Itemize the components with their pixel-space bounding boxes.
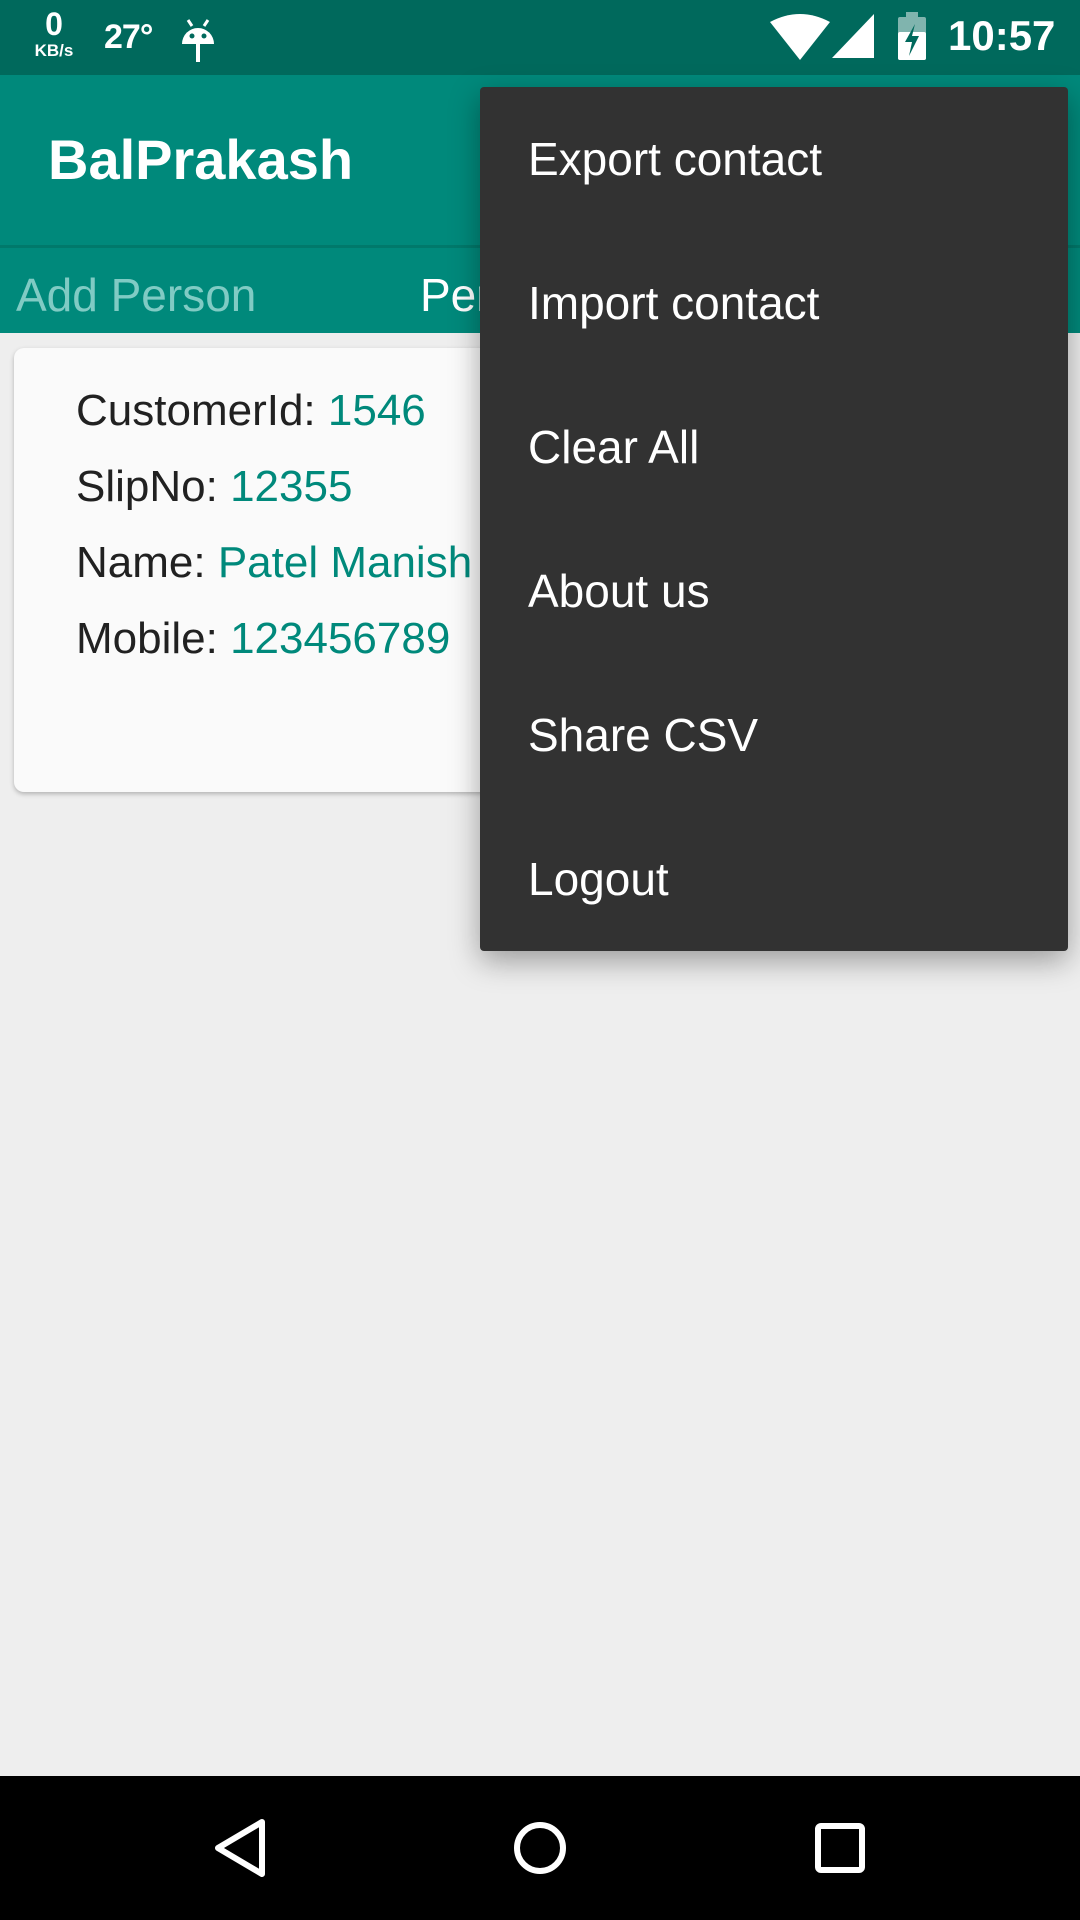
network-speed: 0 KB/s [24, 8, 84, 59]
network-speed-value: 0 [45, 6, 63, 42]
menu-item-clear-all[interactable]: Clear All [480, 375, 1068, 519]
slip-no-label: SlipNo: [76, 462, 231, 511]
app-title: BalPrakash [48, 128, 354, 191]
wifi-icon [770, 14, 830, 60]
slip-no-value: 12355 [230, 462, 353, 511]
tab-add-person[interactable]: Add Person [16, 268, 256, 322]
name-value: Patel Manish [217, 538, 473, 587]
back-icon[interactable] [190, 1798, 290, 1898]
menu-item-import-contact[interactable]: Import contact [480, 231, 1068, 375]
menu-item-about-us[interactable]: About us [480, 519, 1068, 663]
menu-item-export-contact[interactable]: Export contact [480, 87, 1068, 231]
customer-id-row: CustomerId: 1546 [76, 386, 426, 436]
battery-charging-icon [898, 12, 926, 60]
status-bar: 0 KB/s 27° 10:57 [0, 0, 1080, 75]
android-icon [182, 19, 214, 62]
name-row: Name: Patel Manish [76, 538, 472, 588]
customer-id-label: CustomerId: [76, 386, 328, 435]
navigation-bar [0, 1776, 1080, 1920]
mobile-row: Mobile: 123456789 [76, 614, 450, 664]
mobile-label: Mobile: [76, 614, 231, 663]
home-icon[interactable] [490, 1798, 590, 1898]
menu-item-share-csv[interactable]: Share CSV [480, 663, 1068, 807]
network-speed-unit: KB/s [34, 41, 74, 60]
menu-item-logout[interactable]: Logout [480, 807, 1068, 951]
cell-signal-icon [832, 14, 874, 58]
recents-icon[interactable] [790, 1798, 890, 1898]
overflow-menu: Export contact Import contact Clear All … [480, 87, 1068, 951]
clock: 10:57 [948, 12, 1056, 59]
temperature: 27° [104, 18, 153, 56]
mobile-value: 123456789 [230, 614, 451, 663]
slip-no-row: SlipNo: 12355 [76, 462, 352, 512]
customer-id-value: 1546 [327, 386, 426, 435]
name-label: Name: [76, 538, 218, 587]
